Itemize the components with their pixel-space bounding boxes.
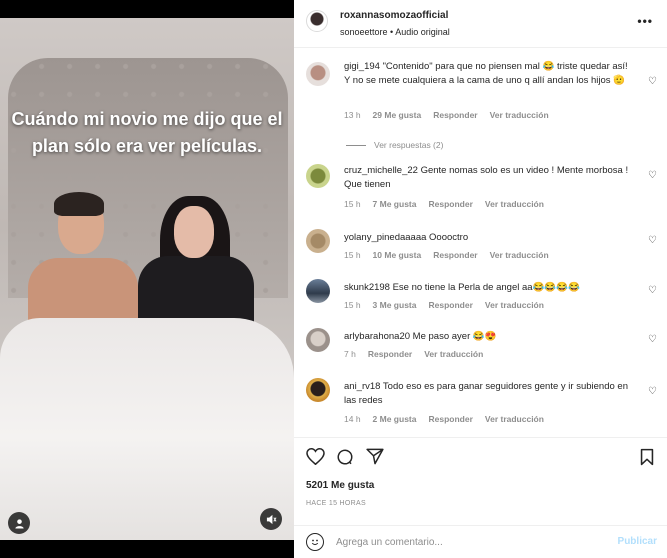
comment-meta: 15 h 7 Me gusta Responder Ver traducción bbox=[344, 199, 544, 209]
author-avatar[interactable] bbox=[306, 10, 328, 32]
comment-text: yolany_pinedaaaaa Ooooctro bbox=[344, 231, 634, 245]
comment-input[interactable] bbox=[336, 532, 576, 552]
post-timestamp[interactable]: HACE 15 HORAS bbox=[306, 500, 366, 507]
comments-list: gigi_194 "Contenido" para que no piensen… bbox=[294, 52, 667, 434]
comment-likes[interactable]: 10 Me gusta bbox=[373, 250, 422, 260]
publish-button[interactable]: Publicar bbox=[618, 536, 657, 547]
comment-username[interactable]: gigi_194 bbox=[344, 61, 380, 72]
comment-meta: 7 h Responder Ver traducción bbox=[344, 349, 483, 359]
comment-body: Todo eso es para ganar seguidores gente … bbox=[344, 381, 628, 406]
like-comment-icon[interactable]: ♡ bbox=[648, 76, 657, 87]
comment-likes[interactable]: 3 Me gusta bbox=[373, 300, 417, 310]
emoji-icon[interactable] bbox=[306, 533, 324, 551]
comment-text: skunk2198 Ese no tiene la Perla de angel… bbox=[344, 281, 634, 295]
add-comment-bar: Publicar bbox=[294, 525, 667, 558]
comment-time[interactable]: 15 h bbox=[344, 199, 361, 209]
like-comment-icon[interactable]: ♡ bbox=[648, 170, 657, 181]
comment-avatar[interactable] bbox=[306, 62, 330, 86]
comment-avatar[interactable] bbox=[306, 229, 330, 253]
translate-button[interactable]: Ver traducción bbox=[485, 414, 544, 424]
woman-face bbox=[174, 206, 214, 258]
like-comment-icon[interactable]: ♡ bbox=[648, 285, 657, 296]
comment-time[interactable]: 7 h bbox=[344, 349, 356, 359]
video-caption: Cuándo mi novio me dijo que el plan sólo… bbox=[11, 109, 283, 156]
audio-label[interactable]: sonoeettore • Audio original bbox=[340, 27, 450, 37]
comment-meta: 13 h 29 Me gusta Responder Ver traducció… bbox=[344, 110, 549, 120]
more-options-icon[interactable]: ••• bbox=[637, 14, 653, 28]
video-frame[interactable]: Cuándo mi novio me dijo que el plan sólo… bbox=[0, 18, 294, 540]
comment-text: arlybarahona20 Me paso ayer 😂😍 bbox=[344, 330, 634, 344]
comment-username[interactable]: skunk2198 bbox=[344, 282, 390, 293]
reply-button[interactable]: Responder bbox=[428, 414, 472, 424]
comment-username[interactable]: cruz_michelle_22 bbox=[344, 165, 418, 176]
comment-avatar[interactable] bbox=[306, 164, 330, 188]
reply-button[interactable]: Responder bbox=[428, 199, 472, 209]
like-icon[interactable] bbox=[306, 447, 325, 470]
bed-sheet bbox=[0, 318, 294, 540]
comment-avatar[interactable] bbox=[306, 279, 330, 303]
comment-time[interactable]: 14 h bbox=[344, 414, 361, 424]
likes-count[interactable]: 5201 Me gusta bbox=[306, 480, 374, 491]
view-replies[interactable]: Ver respuestas (2) bbox=[346, 140, 443, 150]
post-actions bbox=[294, 437, 667, 477]
comment-meta: 15 h 10 Me gusta Responder Ver traducció… bbox=[344, 250, 549, 260]
comment-body: Ooooctro bbox=[429, 232, 469, 243]
like-comment-icon[interactable]: ♡ bbox=[648, 235, 657, 246]
reply-button[interactable]: Responder bbox=[368, 349, 412, 359]
comment-time[interactable]: 13 h bbox=[344, 110, 361, 120]
comment-meta: 15 h 3 Me gusta Responder Ver traducción bbox=[344, 300, 544, 310]
translate-button[interactable]: Ver traducción bbox=[490, 110, 549, 120]
comment-body: "Contenido" para que no piensen mal 😂 tr… bbox=[344, 61, 628, 86]
comment-meta: 14 h 2 Me gusta Responder Ver traducción bbox=[344, 414, 544, 424]
post-media[interactable]: Cuándo mi novio me dijo que el plan sólo… bbox=[0, 0, 294, 558]
comment-text: ani_rv18 Todo eso es para ganar seguidor… bbox=[344, 380, 634, 408]
share-icon[interactable] bbox=[366, 448, 384, 470]
comment-text: gigi_194 "Contenido" para que no piensen… bbox=[344, 60, 634, 88]
comment-username[interactable]: yolany_pinedaaaaa bbox=[344, 232, 426, 243]
view-replies-label[interactable]: Ver respuestas (2) bbox=[374, 140, 443, 150]
translate-button[interactable]: Ver traducción bbox=[485, 300, 544, 310]
comment-likes[interactable]: 29 Me gusta bbox=[373, 110, 422, 120]
comment-username[interactable]: arlybarahona20 bbox=[344, 331, 410, 342]
comment-likes[interactable]: 2 Me gusta bbox=[373, 414, 417, 424]
reply-button[interactable]: Responder bbox=[433, 250, 477, 260]
comment-avatar[interactable] bbox=[306, 328, 330, 352]
comment-time[interactable]: 15 h bbox=[344, 300, 361, 310]
post-side-panel: roxannasomozaofficial sonoeettore • Audi… bbox=[294, 0, 667, 558]
comment-body: Me paso ayer 😂😍 bbox=[412, 331, 497, 342]
man-hair bbox=[54, 192, 104, 216]
comment-likes[interactable]: 7 Me gusta bbox=[373, 199, 417, 209]
author-username[interactable]: roxannasomozaofficial bbox=[340, 10, 448, 21]
translate-button[interactable]: Ver traducción bbox=[424, 349, 483, 359]
comment-avatar[interactable] bbox=[306, 378, 330, 402]
divider-line bbox=[346, 144, 366, 146]
reply-button[interactable]: Responder bbox=[428, 300, 472, 310]
comment-username[interactable]: ani_rv18 bbox=[344, 381, 380, 392]
comment-text: cruz_michelle_22 Gente nomas solo es un … bbox=[344, 164, 634, 192]
mute-icon[interactable] bbox=[260, 508, 282, 530]
save-icon[interactable] bbox=[640, 448, 654, 471]
translate-button[interactable]: Ver traducción bbox=[490, 250, 549, 260]
like-comment-icon[interactable]: ♡ bbox=[648, 386, 657, 397]
reply-button[interactable]: Responder bbox=[433, 110, 477, 120]
comment-time[interactable]: 15 h bbox=[344, 250, 361, 260]
comment-body: Ese no tiene la Perla de angel aa😂😂😂😂 bbox=[392, 282, 580, 293]
comment-icon[interactable] bbox=[336, 448, 354, 471]
tagged-user-icon[interactable] bbox=[8, 512, 30, 534]
translate-button[interactable]: Ver traducción bbox=[485, 199, 544, 209]
post-header: roxannasomozaofficial sonoeettore • Audi… bbox=[294, 0, 667, 48]
like-comment-icon[interactable]: ♡ bbox=[648, 334, 657, 345]
